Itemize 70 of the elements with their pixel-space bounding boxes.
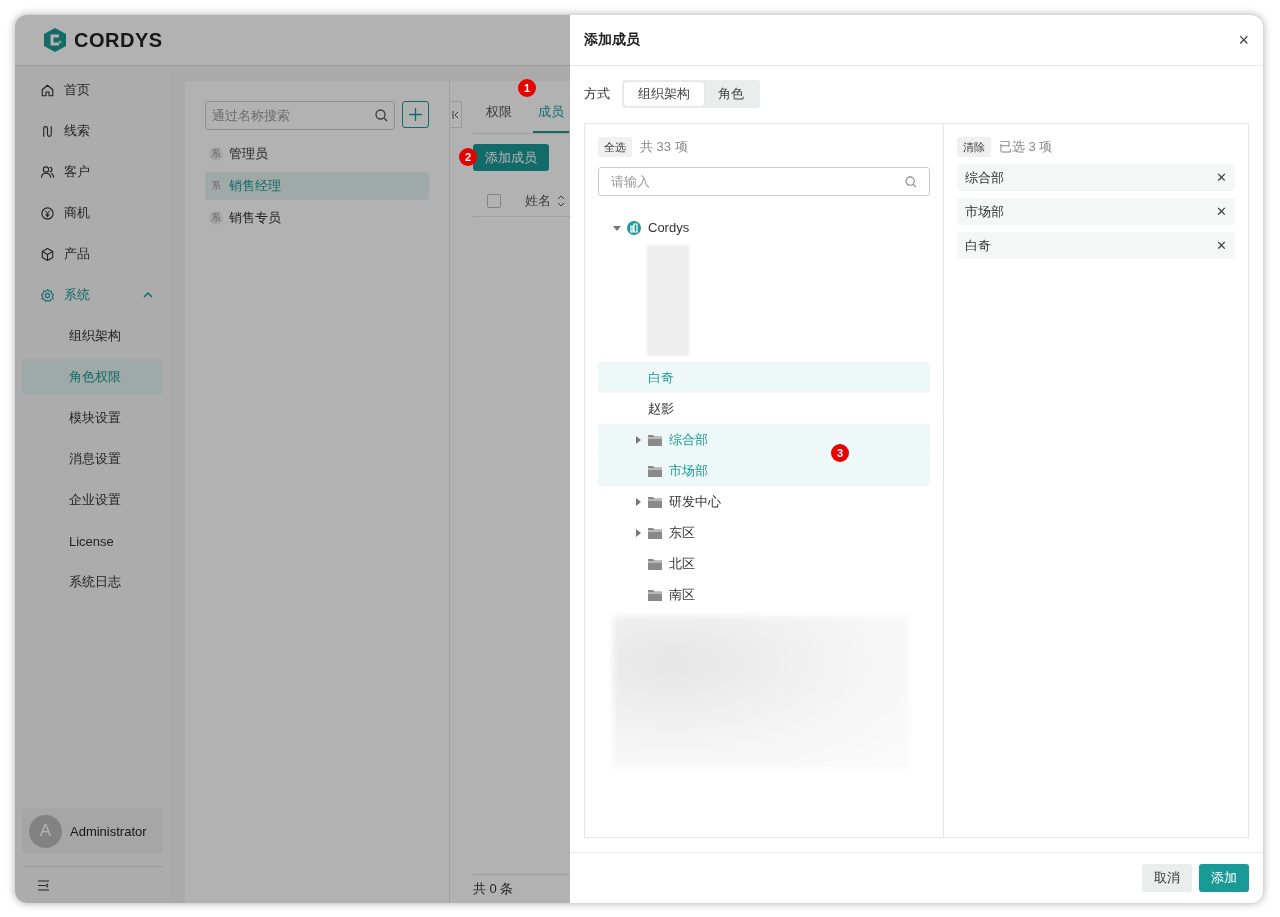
box-icon bbox=[40, 246, 55, 262]
caret-icon[interactable] bbox=[612, 223, 621, 232]
nav-subitem[interactable]: 企业设置 bbox=[22, 482, 163, 518]
segment-option[interactable]: 角色 bbox=[704, 82, 758, 106]
role-item[interactable]: 系 管理员 bbox=[205, 140, 429, 168]
cancel-button[interactable]: 取消 bbox=[1142, 864, 1192, 892]
nav-item[interactable]: 客户 bbox=[22, 154, 163, 190]
tree-node[interactable]: 研发中心 bbox=[598, 486, 930, 517]
tree-node[interactable]: 南区 bbox=[598, 579, 930, 610]
search-icon bbox=[375, 109, 388, 122]
folder-icon bbox=[648, 433, 662, 446]
organization-icon bbox=[627, 220, 641, 235]
role-tag: 系 bbox=[209, 211, 223, 225]
add-role-button[interactable] bbox=[402, 101, 429, 128]
nav-item[interactable]: 线索 bbox=[22, 113, 163, 149]
role-tag: 系 bbox=[209, 147, 223, 161]
nav-subitem[interactable]: 组织架构 bbox=[22, 318, 163, 354]
tree-node[interactable]: 赵影 bbox=[598, 393, 930, 424]
folder-icon bbox=[648, 464, 662, 477]
clear-button[interactable]: 清除 bbox=[957, 137, 991, 157]
yen-icon bbox=[40, 205, 55, 221]
selected-count: 已选 3 项 bbox=[999, 138, 1053, 156]
logo-text: CORDYS bbox=[74, 28, 163, 52]
checkbox[interactable] bbox=[487, 194, 501, 208]
selected-item-label: 市场部 bbox=[965, 202, 1004, 221]
logo-icon bbox=[42, 27, 68, 53]
nav-item[interactable]: 商机 bbox=[22, 195, 163, 231]
settings-icon bbox=[40, 287, 55, 303]
nav-item[interactable]: 首页 bbox=[22, 72, 163, 108]
item-count: 共 33 项 bbox=[640, 138, 688, 156]
segment-option[interactable]: 组织架构 bbox=[624, 82, 704, 106]
tab[interactable]: 权限 bbox=[481, 99, 517, 133]
search-icon bbox=[905, 175, 917, 188]
remove-button[interactable]: ✕ bbox=[1216, 170, 1227, 185]
folder-icon bbox=[648, 495, 662, 508]
folder-icon bbox=[648, 557, 662, 570]
total-count: 共 0 条 bbox=[473, 880, 514, 898]
caret-icon[interactable] bbox=[633, 497, 642, 506]
role-item[interactable]: 系 销售专员 bbox=[205, 204, 429, 232]
nav-subitem[interactable]: 系统日志 bbox=[22, 564, 163, 600]
nav-subitem[interactable]: 模块设置 bbox=[22, 400, 163, 436]
remove-button[interactable]: ✕ bbox=[1216, 238, 1227, 253]
drawer-title: 添加成员 bbox=[584, 31, 640, 49]
tree-node[interactable]: Cordys bbox=[598, 212, 930, 243]
select-all-button[interactable]: 全选 bbox=[598, 137, 632, 157]
caret-icon[interactable] bbox=[633, 528, 642, 537]
route-icon bbox=[40, 123, 55, 139]
role-tag: 系 bbox=[209, 179, 223, 193]
chevron-icon[interactable] bbox=[143, 290, 153, 300]
collapse-icon bbox=[452, 110, 459, 119]
selected-item-label: 综合部 bbox=[965, 168, 1004, 187]
folder-icon bbox=[648, 588, 662, 601]
users-icon bbox=[40, 164, 55, 180]
nav-item[interactable]: 产品 bbox=[22, 236, 163, 272]
home-icon bbox=[40, 82, 55, 98]
nav-subitem[interactable]: 消息设置 bbox=[22, 441, 163, 477]
mode-label: 方式 bbox=[584, 85, 610, 103]
column-header: 姓名 bbox=[525, 192, 551, 210]
nav-subitem[interactable]: License bbox=[22, 523, 163, 559]
tree-node[interactable]: 东区 bbox=[598, 517, 930, 548]
remove-button[interactable]: ✕ bbox=[1216, 204, 1227, 219]
close-button[interactable]: × bbox=[1238, 29, 1249, 51]
plus-icon bbox=[409, 108, 422, 121]
selected-item-label: 白奇 bbox=[965, 236, 991, 255]
menu-icon[interactable] bbox=[37, 879, 50, 891]
user-name: Administrator bbox=[70, 823, 147, 839]
caret-icon[interactable] bbox=[633, 435, 642, 444]
folder-icon bbox=[648, 526, 662, 539]
sort-icon[interactable] bbox=[557, 195, 565, 207]
tree-node[interactable]: 北区 bbox=[598, 548, 930, 579]
